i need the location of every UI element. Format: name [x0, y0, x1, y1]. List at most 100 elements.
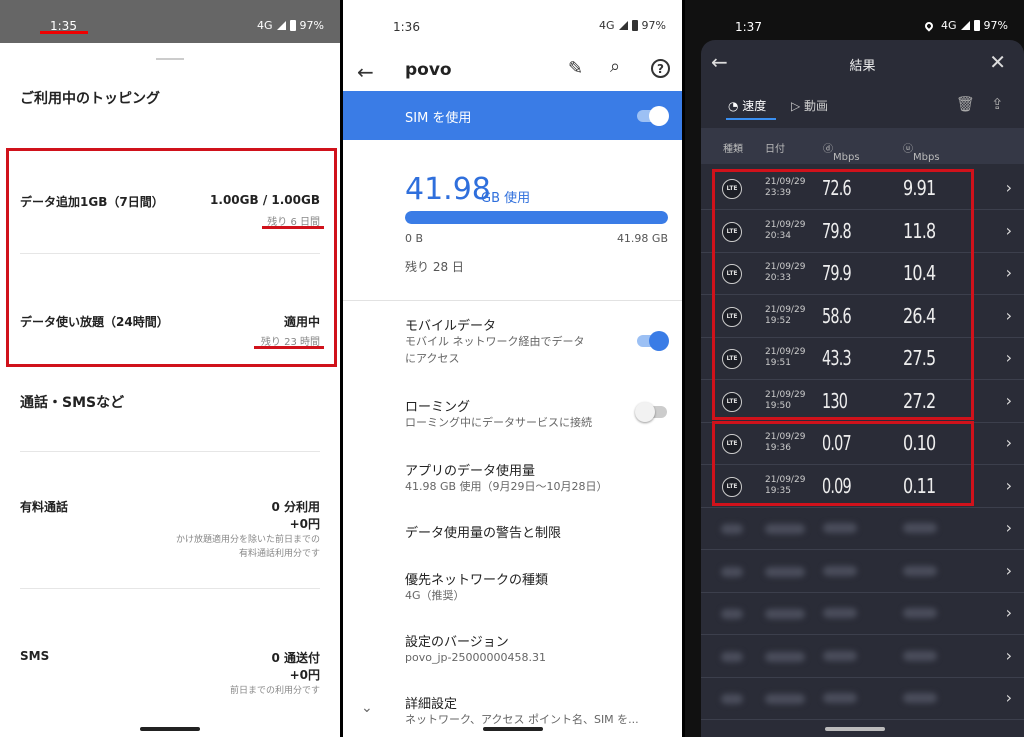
call-cost: +0円	[289, 517, 320, 531]
mobile-data-toggle[interactable]	[637, 331, 669, 351]
data-usage-settings-screen: 1:36 4G 97% ← povo ✎ ⌕ ? SIM を使用 41.98 G…	[343, 0, 682, 737]
roaming-toggle[interactable]	[635, 402, 667, 422]
col-download: ⓓ Mbps	[823, 144, 860, 163]
result-row-obscured[interactable]: ›	[701, 551, 1024, 593]
topping-label-data-1gb: データ追加1GB（7日間）	[20, 195, 164, 209]
chevron-right-icon[interactable]: ›	[1006, 433, 1012, 452]
status-bar: 1:37 4G 97%	[685, 0, 1024, 44]
status-time: 1:36	[393, 20, 420, 34]
chevron-right-icon[interactable]: ›	[1006, 603, 1012, 622]
edit-pencil-icon[interactable]: ✎	[568, 58, 583, 79]
sheet-drag-handle[interactable]	[156, 58, 184, 60]
setting-title: アプリのデータ使用量	[405, 464, 536, 479]
setting-title: 設定のバージョン	[405, 635, 509, 650]
blurred-cell	[765, 524, 805, 534]
chevron-right-icon[interactable]: ›	[1006, 178, 1012, 197]
usage-progress-bar	[405, 211, 668, 224]
col-upload-unit: Mbps	[913, 152, 940, 163]
divider	[20, 451, 320, 452]
battery-icon	[631, 20, 638, 31]
usage-unit: GB 使用	[481, 191, 531, 206]
page-title: 結果	[849, 59, 876, 74]
chevron-right-icon[interactable]: ›	[1006, 306, 1012, 325]
use-sim-toggle[interactable]	[637, 106, 669, 126]
divider	[343, 300, 682, 301]
app-bar: ← povo ✎ ⌕ ?	[343, 48, 682, 90]
blurred-cell	[823, 608, 857, 618]
remaining-underline	[262, 226, 324, 229]
result-row-obscured[interactable]: ›	[701, 678, 1024, 720]
use-sim-bar[interactable]: SIM を使用	[343, 91, 682, 140]
back-arrow-icon[interactable]: ←	[357, 60, 374, 84]
result-row-obscured[interactable]: ›	[701, 593, 1024, 635]
trash-icon[interactable]: 🗑	[956, 95, 975, 113]
gesture-nav-bar[interactable]	[825, 727, 885, 731]
chevron-right-icon[interactable]: ›	[1006, 348, 1012, 367]
chevron-right-icon[interactable]: ›	[1006, 391, 1012, 410]
time-highlight-underline	[40, 31, 88, 34]
blurred-cell	[823, 693, 857, 703]
usage-min-label: 0 B	[405, 232, 424, 245]
network-label: 4G	[599, 19, 615, 32]
chevron-right-icon[interactable]: ›	[1006, 263, 1012, 282]
blurred-cell	[765, 566, 805, 577]
highlight-box-slow-results	[712, 421, 974, 506]
blurred-cell	[721, 651, 743, 662]
call-label: 有料通話	[20, 500, 69, 514]
location-icon	[923, 19, 935, 32]
tab-video-label: 動画	[804, 99, 829, 113]
setting-title: 優先ネットワークの種類	[405, 573, 549, 588]
blurred-cell	[765, 694, 805, 704]
status-bar: 1:35 4G 97%	[0, 0, 340, 43]
blurred-cell	[903, 608, 937, 618]
usage-amount: 41.98	[405, 172, 491, 207]
col-type: 種類	[723, 144, 743, 155]
blurred-cell	[903, 693, 937, 703]
tab-video[interactable]: ▷ 動画	[791, 97, 828, 114]
divider	[20, 253, 320, 254]
setting-title: ローミング	[405, 400, 471, 415]
chevron-right-icon[interactable]: ›	[1006, 561, 1012, 580]
result-row-obscured[interactable]: ›	[701, 508, 1024, 550]
chevron-right-icon[interactable]: ›	[1006, 476, 1012, 495]
chevron-right-icon[interactable]: ›	[1006, 688, 1012, 707]
setting-subtitle: ネットワーク、アクセス ポイント名、SIM を...	[405, 713, 639, 726]
setting-title: 詳細設定	[405, 697, 458, 712]
gesture-nav-bar[interactable]	[483, 727, 543, 731]
blurred-cell	[765, 651, 805, 662]
setting-subtitle: ローミング中にデータサービスに接続	[405, 416, 592, 429]
sms-count: 0 通送付	[271, 651, 320, 665]
section-title-calls: 通話・SMSなど	[20, 395, 125, 411]
search-icon[interactable]: ⌕	[610, 56, 620, 77]
tab-speed[interactable]: ◔ 速度	[728, 97, 766, 114]
chevron-right-icon[interactable]: ›	[1006, 646, 1012, 665]
topping-value-data-1gb: 1.00GB / 1.00GB	[210, 193, 320, 207]
section-title-toppings: ご利用中のトッピング	[20, 91, 160, 107]
blurred-cell	[721, 609, 743, 619]
blurred-cell	[721, 566, 743, 577]
battery-icon	[289, 20, 296, 31]
chevron-right-icon[interactable]: ›	[1006, 518, 1012, 537]
divider	[20, 588, 320, 589]
povo-toppings-screen: 1:35 4G 97% ご利用中のトッピング データ追加1GB（7日間） 1.0…	[0, 0, 340, 737]
status-time: 1:37	[735, 20, 762, 34]
share-icon[interactable]: ⇪	[991, 95, 1004, 113]
blurred-cell	[721, 524, 743, 534]
close-icon[interactable]: ✕	[989, 50, 1006, 74]
sms-note: 前日までの利用分です	[229, 686, 320, 696]
setting-title: モバイルデータ	[405, 319, 497, 334]
setting-title: データ使用量の警告と制限	[405, 526, 562, 541]
blurred-cell	[823, 650, 857, 661]
chevron-right-icon[interactable]: ›	[1006, 221, 1012, 240]
call-note-1: かけ放題適用分を除いた前日までの	[175, 535, 320, 545]
remaining-underline	[254, 346, 324, 349]
blurred-cell	[903, 523, 937, 533]
blurred-cell	[903, 565, 937, 576]
result-row-obscured[interactable]: ›	[701, 636, 1024, 678]
gesture-nav-bar[interactable]	[140, 727, 200, 731]
speedtest-results-screen: 1:37 4G 97% ← 結果 ✕ ◔ 速度 ▷ 動画 🗑 ⇪ 種類 日付 ⓓ…	[685, 0, 1024, 737]
results-header: ← 結果 ✕	[701, 40, 1024, 88]
tab-speed-label: 速度	[742, 99, 767, 113]
help-icon[interactable]: ?	[651, 59, 670, 78]
signal-icon	[960, 21, 970, 30]
